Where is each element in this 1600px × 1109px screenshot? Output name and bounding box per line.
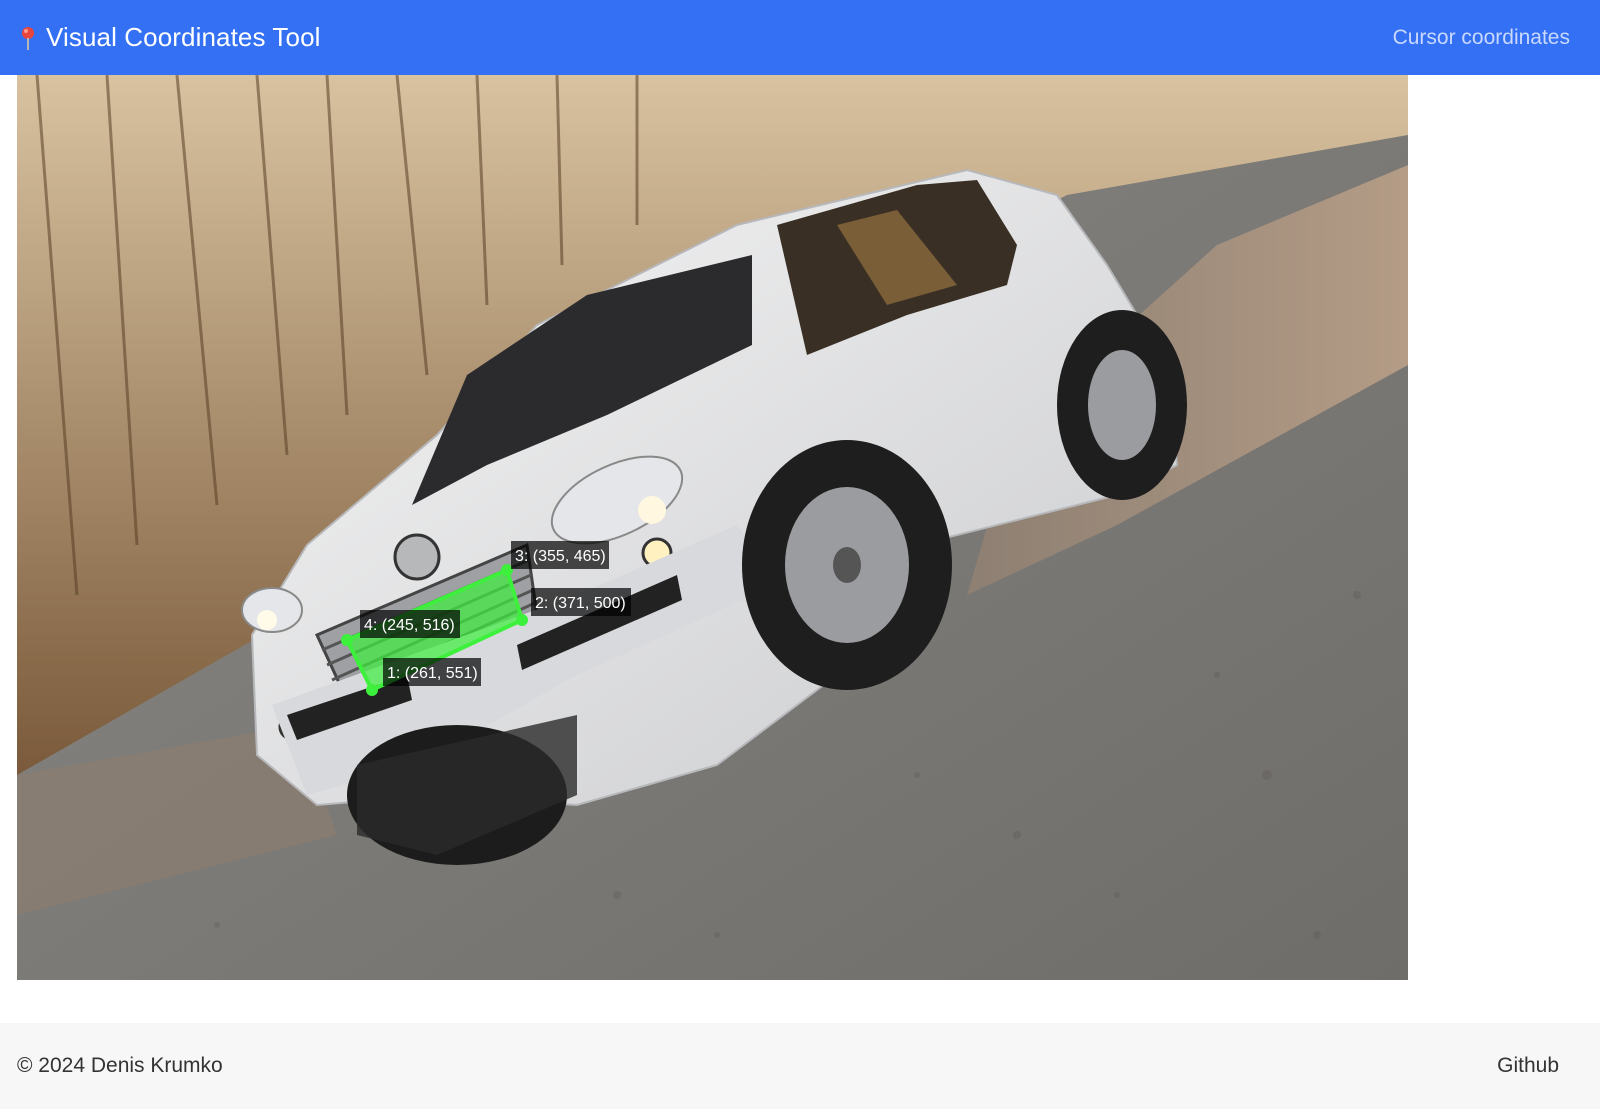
point-label-1: 1: (261, 551) [383,658,481,686]
svg-text:2: (371, 500): 2: (371, 500) [535,595,626,612]
footer: © 2024 Denis Krumko Github [0,1023,1600,1109]
point-handle [341,634,353,646]
svg-text:1: (261, 551): 1: (261, 551) [387,665,478,682]
point-label-2: 2: (371, 500) [531,588,631,616]
brand[interactable]: Visual Coordinates Tool [18,22,321,53]
app-title: Visual Coordinates Tool [46,22,321,52]
point-handle [366,684,378,696]
github-link[interactable]: Github [1497,1054,1559,1078]
svg-text:3: (355, 465): 3: (355, 465) [515,548,606,565]
point-label-3: 3: (355, 465) [511,541,609,569]
navbar: Visual Coordinates Tool Cursor coordinat… [0,0,1600,75]
cursor-coordinates-link[interactable]: Cursor coordinates [1393,26,1570,50]
point-label-4: 4: (245, 516) [360,610,460,638]
map-pin-icon [18,25,38,51]
rear-wheel [1057,310,1187,500]
front-wheel [742,440,952,690]
image-canvas[interactable]: 1: (261, 551) 2: (371, 500) 3: (355, 465… [17,75,1408,980]
copyright-text: © 2024 Denis Krumko [17,1054,223,1077]
point-handle [516,614,528,626]
svg-text:4: (245, 516): 4: (245, 516) [364,617,455,634]
